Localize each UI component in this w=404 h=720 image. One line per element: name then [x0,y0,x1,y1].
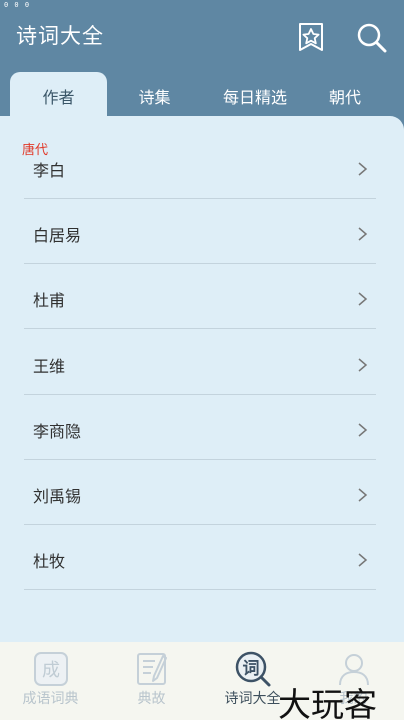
tab-dynasties[interactable]: 朝代 [306,72,384,120]
tab-daily-picks[interactable]: 每日精选 [200,72,310,120]
favorites-button[interactable] [296,22,326,52]
allusion-book-icon [137,653,167,685]
chevron-right-icon [358,488,368,502]
nav-label: 成语词典 [22,691,79,707]
chevron-right-icon [358,227,368,241]
nav-allusions[interactable]: 典故 [101,642,202,720]
author-name: 杜牧 [33,552,66,571]
author-name: 王维 [33,357,66,376]
star-bookmark-icon [299,23,323,51]
chevron-right-icon [358,292,368,306]
author-item[interactable]: 刘禹锡 [24,460,376,525]
svg-text:成: 成 [42,660,60,681]
status-bar: 0 0 0 [4,1,31,9]
author-item[interactable]: 李商隐 [24,395,376,460]
search-button[interactable] [354,20,388,54]
author-item[interactable]: 王维 [24,330,376,395]
author-name: 杜甫 [33,291,66,310]
chevron-right-icon [358,553,368,567]
chevron-right-icon [358,423,368,437]
author-item[interactable]: 杜牧 [24,525,376,590]
author-list-panel: 唐代 李白 白居易 杜甫 王维 李商隐 刘禹锡 杜牧 [0,116,404,642]
app-bar: 诗词大全 [0,12,404,68]
watermark: 大玩客 [278,685,377,720]
svg-text:词: 词 [243,659,260,679]
search-icon [357,23,387,53]
tab-collections[interactable]: 诗集 [107,72,202,120]
poetry-search-icon: 词 [235,651,271,687]
idiom-dictionary-icon: 成 [34,652,68,686]
chevron-right-icon [358,162,368,176]
chevron-right-icon [358,358,368,372]
nav-idiom-dictionary[interactable]: 成 成语词典 [0,642,101,720]
author-item[interactable]: 杜甫 [24,264,376,329]
author-item[interactable]: 李白 [24,134,376,199]
tab-bar: 作者 诗集 每日精选 朝代 [0,72,404,120]
author-name: 白居易 [33,226,82,245]
author-name: 李商隐 [33,422,82,441]
author-item[interactable]: 白居易 [24,199,376,264]
page-title: 诗词大全 [16,24,104,48]
nav-label: 典故 [137,691,166,707]
author-name: 李白 [33,161,66,180]
tab-authors[interactable]: 作者 [10,72,107,120]
author-name: 刘禹锡 [33,487,82,506]
